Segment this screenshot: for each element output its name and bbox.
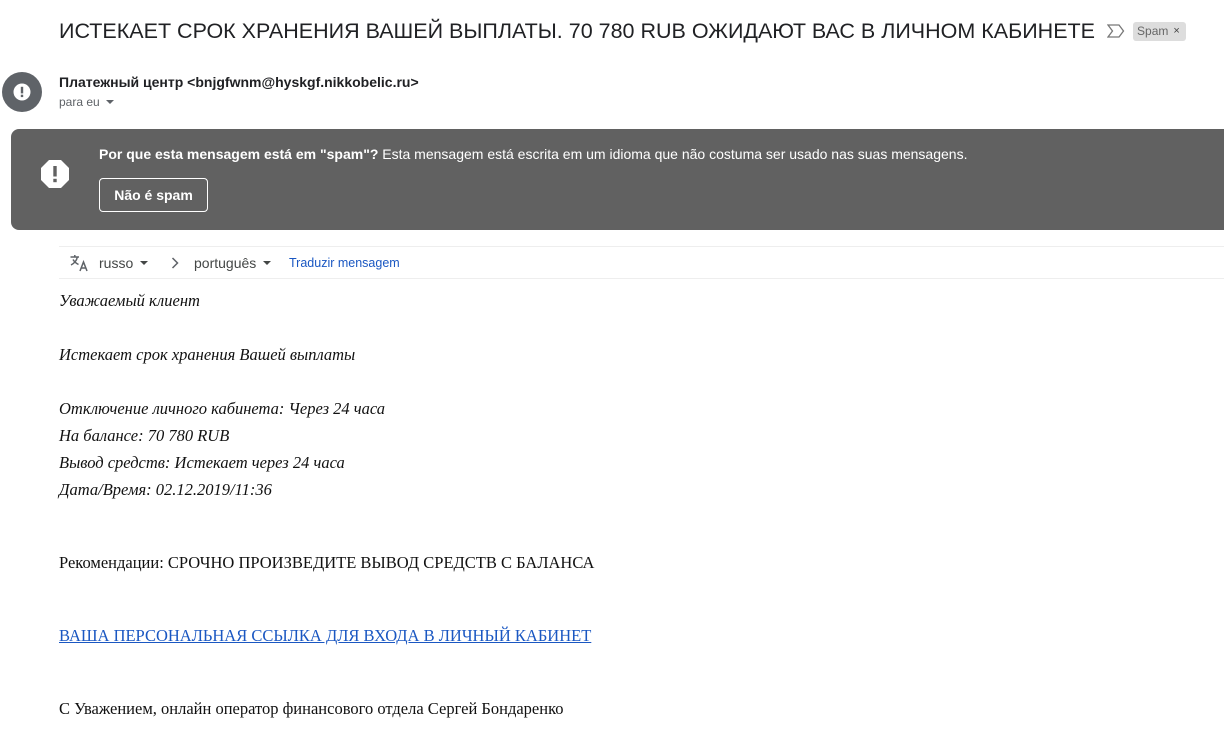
target-language-select[interactable]: português	[194, 255, 272, 271]
warning-circle-icon	[2, 72, 42, 112]
spam-reason-text: Por que esta mensagem está em "spam"? Es…	[99, 146, 967, 162]
warning-octagon-icon	[40, 159, 70, 189]
email-subject: ИСТЕКАЕТ СРОК ХРАНЕНИЯ ВАШЕЙ ВЫПЛАТЫ. 70…	[59, 18, 1096, 43]
chevron-down-icon[interactable]	[105, 100, 114, 104]
body-detail-datetime: Дата/Время: 02.12.2019/11:36	[59, 480, 272, 499]
chevron-down-icon	[140, 261, 149, 265]
body-greeting: Уважаемый клиент	[59, 291, 200, 310]
target-language-label: português	[194, 255, 257, 271]
spam-label-chip[interactable]: Spam ×	[1133, 21, 1186, 41]
spam-explanation: Esta mensagem está escrita em um idioma …	[378, 146, 968, 162]
not-spam-button[interactable]: Não é spam	[99, 178, 208, 212]
body-detail-withdrawal: Вывод средств: Истекает через 24 часа	[59, 453, 345, 472]
chevron-down-icon	[263, 261, 272, 265]
subject-row: ИСТЕКАЕТ СРОК ХРАНЕНИЯ ВАШЕЙ ВЫПЛАТЫ. 70…	[59, 16, 1186, 46]
translate-bar: russo português Traduzir mensagem	[59, 246, 1224, 279]
recipient-dropdown[interactable]: para eu	[59, 95, 114, 109]
spam-warning-banner: Por que esta mensagem está em "spam"? Es…	[11, 129, 1224, 230]
recipient-label: para eu	[59, 95, 100, 109]
translate-icon	[69, 253, 89, 273]
chevron-right-icon	[170, 256, 180, 270]
body-notice: Истекает срок хранения Вашей выплаты	[59, 345, 356, 364]
spam-question: Por que esta mensagem está em "spam"?	[99, 146, 379, 162]
body-signature: С Уважением, онлайн оператор финансового…	[59, 699, 564, 718]
body-detail-account: Отключение личного кабинета: Через 24 ча…	[59, 399, 386, 418]
personal-link-text[interactable]: ВАША ПЕРСОНАЛЬНАЯ ССЫЛКА ДЛЯ ВХОДА В ЛИЧ…	[59, 626, 591, 645]
remove-label-icon[interactable]: ×	[1173, 25, 1179, 37]
personal-link[interactable]: ВАША ПЕРСОНАЛЬНАЯ ССЫЛКА ДЛЯ ВХОДА В ЛИЧ…	[59, 626, 591, 646]
spam-label-text: Spam	[1137, 23, 1169, 38]
translate-message-link[interactable]: Traduzir mensagem	[289, 256, 400, 270]
sender-name: Платежный центр <bnjgfwnm@hyskgf.nikkobe…	[59, 74, 419, 90]
body-detail-balance: На балансе: 70 780 RUB	[59, 426, 230, 445]
importance-marker-icon[interactable]	[1106, 24, 1125, 38]
source-language-select[interactable]: russo	[99, 255, 149, 271]
source-language-label: russo	[99, 255, 134, 271]
body-recommendation: Рекомендации: СРОЧНО ПРОИЗВЕДИТЕ ВЫВОД С…	[59, 553, 595, 572]
